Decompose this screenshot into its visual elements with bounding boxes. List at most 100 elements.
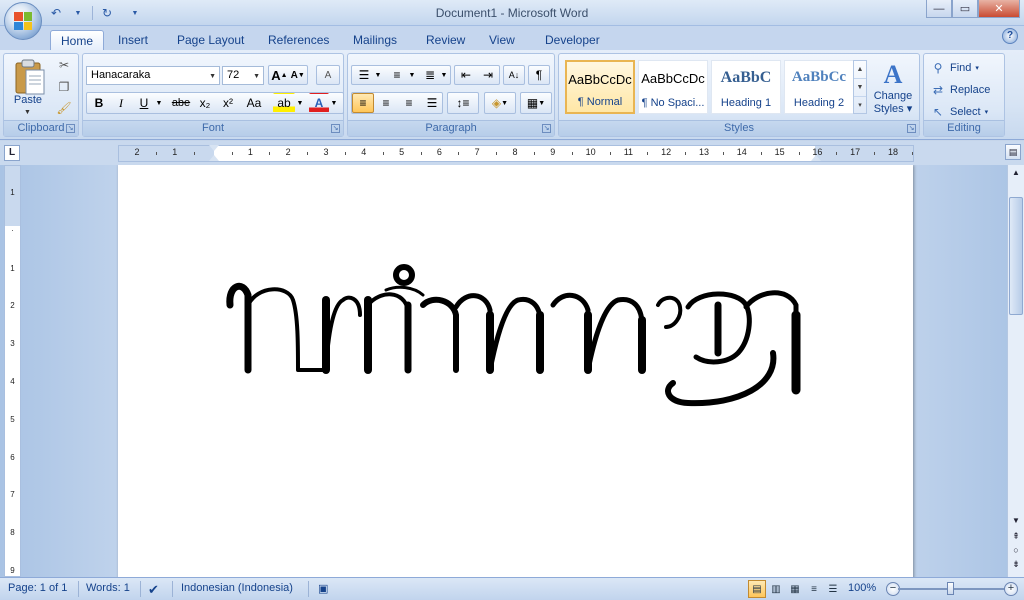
align-left-icon[interactable]: ≡	[352, 93, 374, 113]
strikethrough-button[interactable]: abe	[168, 93, 194, 113]
shading-button[interactable]: ◈ ▼	[484, 92, 516, 114]
numbering-icon[interactable]: ≡	[386, 65, 408, 85]
decrease-indent-icon[interactable]: ⇤	[455, 65, 477, 85]
style-normal[interactable]: AaBbCcDc ¶ Normal	[565, 60, 635, 114]
page-count-status[interactable]: Page: 1 of 1	[8, 582, 67, 597]
paragraph-launcher-icon[interactable]: ↘	[542, 124, 551, 133]
tab-developer[interactable]: Developer	[535, 30, 610, 50]
tab-view[interactable]: View	[479, 30, 525, 50]
paste-button[interactable]: Paste ▼	[4, 54, 52, 120]
styles-launcher-icon[interactable]: ↘	[907, 124, 916, 133]
paste-dropdown-icon[interactable]: ▼	[24, 109, 31, 116]
zoom-level[interactable]: 100%	[848, 582, 876, 597]
borders-button[interactable]: ▦ ▼	[520, 92, 552, 114]
window-controls: — ▭ ✕	[926, 0, 1020, 18]
increase-indent-icon[interactable]: ⇥	[477, 65, 499, 85]
select-browse-object-icon[interactable]: ○	[1008, 543, 1024, 557]
draft-view-icon[interactable]: ☰	[824, 580, 842, 598]
select-button[interactable]: ↖ Select ▾	[930, 102, 988, 122]
format-painter-icon[interactable]: 🖌	[56, 101, 72, 117]
change-styles-button[interactable]: A Change Styles ▾	[869, 60, 917, 116]
cut-icon[interactable]: ✂	[56, 58, 72, 74]
replace-button[interactable]: ⇄ Replace	[930, 80, 990, 100]
help-icon[interactable]: ?	[1002, 28, 1018, 44]
underline-dropdown-icon[interactable]: ▼	[154, 93, 164, 113]
view-ruler-icon[interactable]: ▤	[1005, 144, 1021, 160]
style-heading-2[interactable]: AaBbCc Heading 2	[784, 60, 854, 114]
tab-home[interactable]: Home	[50, 30, 105, 50]
superscript-button[interactable]: x²	[218, 93, 238, 113]
tab-review[interactable]: Review	[416, 30, 475, 50]
language-status[interactable]: Indonesian (Indonesia)	[181, 582, 293, 597]
first-line-indent-marker[interactable]	[209, 145, 219, 151]
sort-button[interactable]: A↓	[503, 65, 525, 85]
italic-button[interactable]: I	[111, 93, 131, 113]
previous-page-icon[interactable]: ⇞	[1008, 529, 1024, 543]
highlight-dropdown-icon[interactable]: ▼	[295, 93, 305, 113]
tab-selector-button[interactable]: L	[4, 145, 20, 161]
align-right-icon[interactable]: ≡	[398, 93, 420, 113]
numbering-dropdown-icon[interactable]: ▼	[408, 65, 416, 85]
gallery-down-icon[interactable]: ▼	[854, 79, 866, 97]
maximize-button[interactable]: ▭	[952, 0, 978, 18]
font-color-dropdown-icon[interactable]: ▼	[329, 93, 339, 113]
gallery-up-icon[interactable]: ▲	[854, 61, 866, 79]
shrink-font-button[interactable]: A	[291, 70, 298, 81]
horizontal-ruler[interactable]: 2 1 1 2 3 4 5 6 7 8 9 10 11 12 13 14 15 16 17 18	[118, 145, 914, 162]
bullets-dropdown-icon[interactable]: ▼	[374, 65, 382, 85]
word-count-status[interactable]: Words: 1	[86, 582, 130, 597]
multilevel-list-icon[interactable]: ≣	[420, 65, 440, 85]
clear-formatting-button[interactable]: A	[316, 65, 340, 85]
scroll-up-icon[interactable]: ▲	[1008, 165, 1024, 181]
scroll-down-icon[interactable]: ▼	[1008, 513, 1024, 529]
minimize-button[interactable]: —	[926, 0, 952, 18]
tab-insert[interactable]: Insert	[108, 30, 158, 50]
style-sample: AaBbCc	[791, 69, 847, 85]
full-screen-reading-icon[interactable]: ▥	[767, 580, 785, 598]
style-no-spacing[interactable]: AaBbCcDc ¶ No Spaci...	[638, 60, 708, 114]
copy-icon[interactable]: ❐	[56, 80, 72, 96]
close-button[interactable]: ✕	[978, 0, 1020, 18]
multilevel-dropdown-icon[interactable]: ▼	[440, 65, 448, 85]
ruler-tick	[911, 152, 913, 155]
zoom-in-icon[interactable]: +	[1004, 582, 1018, 596]
font-size-combo[interactable]: 72 ▼	[222, 66, 264, 85]
change-case-button[interactable]: Aa	[241, 93, 267, 113]
grow-font-button[interactable]: A	[271, 68, 280, 83]
font-launcher-icon[interactable]: ↘	[331, 124, 340, 133]
office-button[interactable]	[4, 2, 42, 40]
align-center-icon[interactable]: ≡	[375, 93, 397, 113]
document-page[interactable]	[118, 165, 913, 577]
tab-references[interactable]: References	[258, 30, 339, 50]
highlight-button[interactable]: ab	[273, 93, 295, 113]
show-formatting-button[interactable]: ¶	[528, 65, 550, 85]
next-page-icon[interactable]: ⇟	[1008, 557, 1024, 571]
underline-button[interactable]: U	[134, 93, 154, 113]
tab-page-layout[interactable]: Page Layout	[167, 30, 254, 50]
hanging-indent-marker[interactable]	[209, 155, 219, 161]
find-button[interactable]: ⚲ Find ▾	[930, 58, 979, 78]
zoom-slider-thumb[interactable]	[947, 582, 954, 595]
style-heading-1[interactable]: AaBbC Heading 1	[711, 60, 781, 114]
tab-mailings[interactable]: Mailings	[343, 30, 407, 50]
subscript-button[interactable]: x₂	[195, 93, 215, 113]
gallery-more-icon[interactable]: ▾	[854, 97, 866, 115]
proofing-icon[interactable]: ✔	[148, 582, 159, 597]
bold-button[interactable]: B	[89, 93, 109, 113]
vertical-scrollbar[interactable]: ▲ ▼ ⇞ ○ ⇟	[1007, 165, 1024, 577]
javanese-script-text[interactable]	[218, 245, 818, 445]
macro-recording-icon[interactable]: ▣	[318, 582, 328, 597]
web-layout-icon[interactable]: ▦	[786, 580, 804, 598]
ruler-number: 3	[10, 339, 15, 349]
print-layout-view-icon[interactable]: ▤	[748, 580, 766, 598]
font-color-button[interactable]: A	[309, 93, 329, 113]
vertical-ruler[interactable]: 1 · 1 2 3 4 5 6 7 8 9	[4, 165, 21, 577]
bullets-icon[interactable]: ☰	[353, 65, 375, 85]
scrollbar-thumb[interactable]	[1009, 197, 1023, 315]
outline-view-icon[interactable]: ≡	[805, 580, 823, 598]
clear-formatting-icon: A	[324, 69, 332, 81]
justify-icon[interactable]: ☰	[421, 93, 443, 113]
font-name-combo[interactable]: Hanacaraka ▼	[86, 66, 220, 85]
clipboard-launcher-icon[interactable]: ↘	[66, 124, 75, 133]
line-spacing-button[interactable]: ↕≡	[447, 92, 479, 114]
